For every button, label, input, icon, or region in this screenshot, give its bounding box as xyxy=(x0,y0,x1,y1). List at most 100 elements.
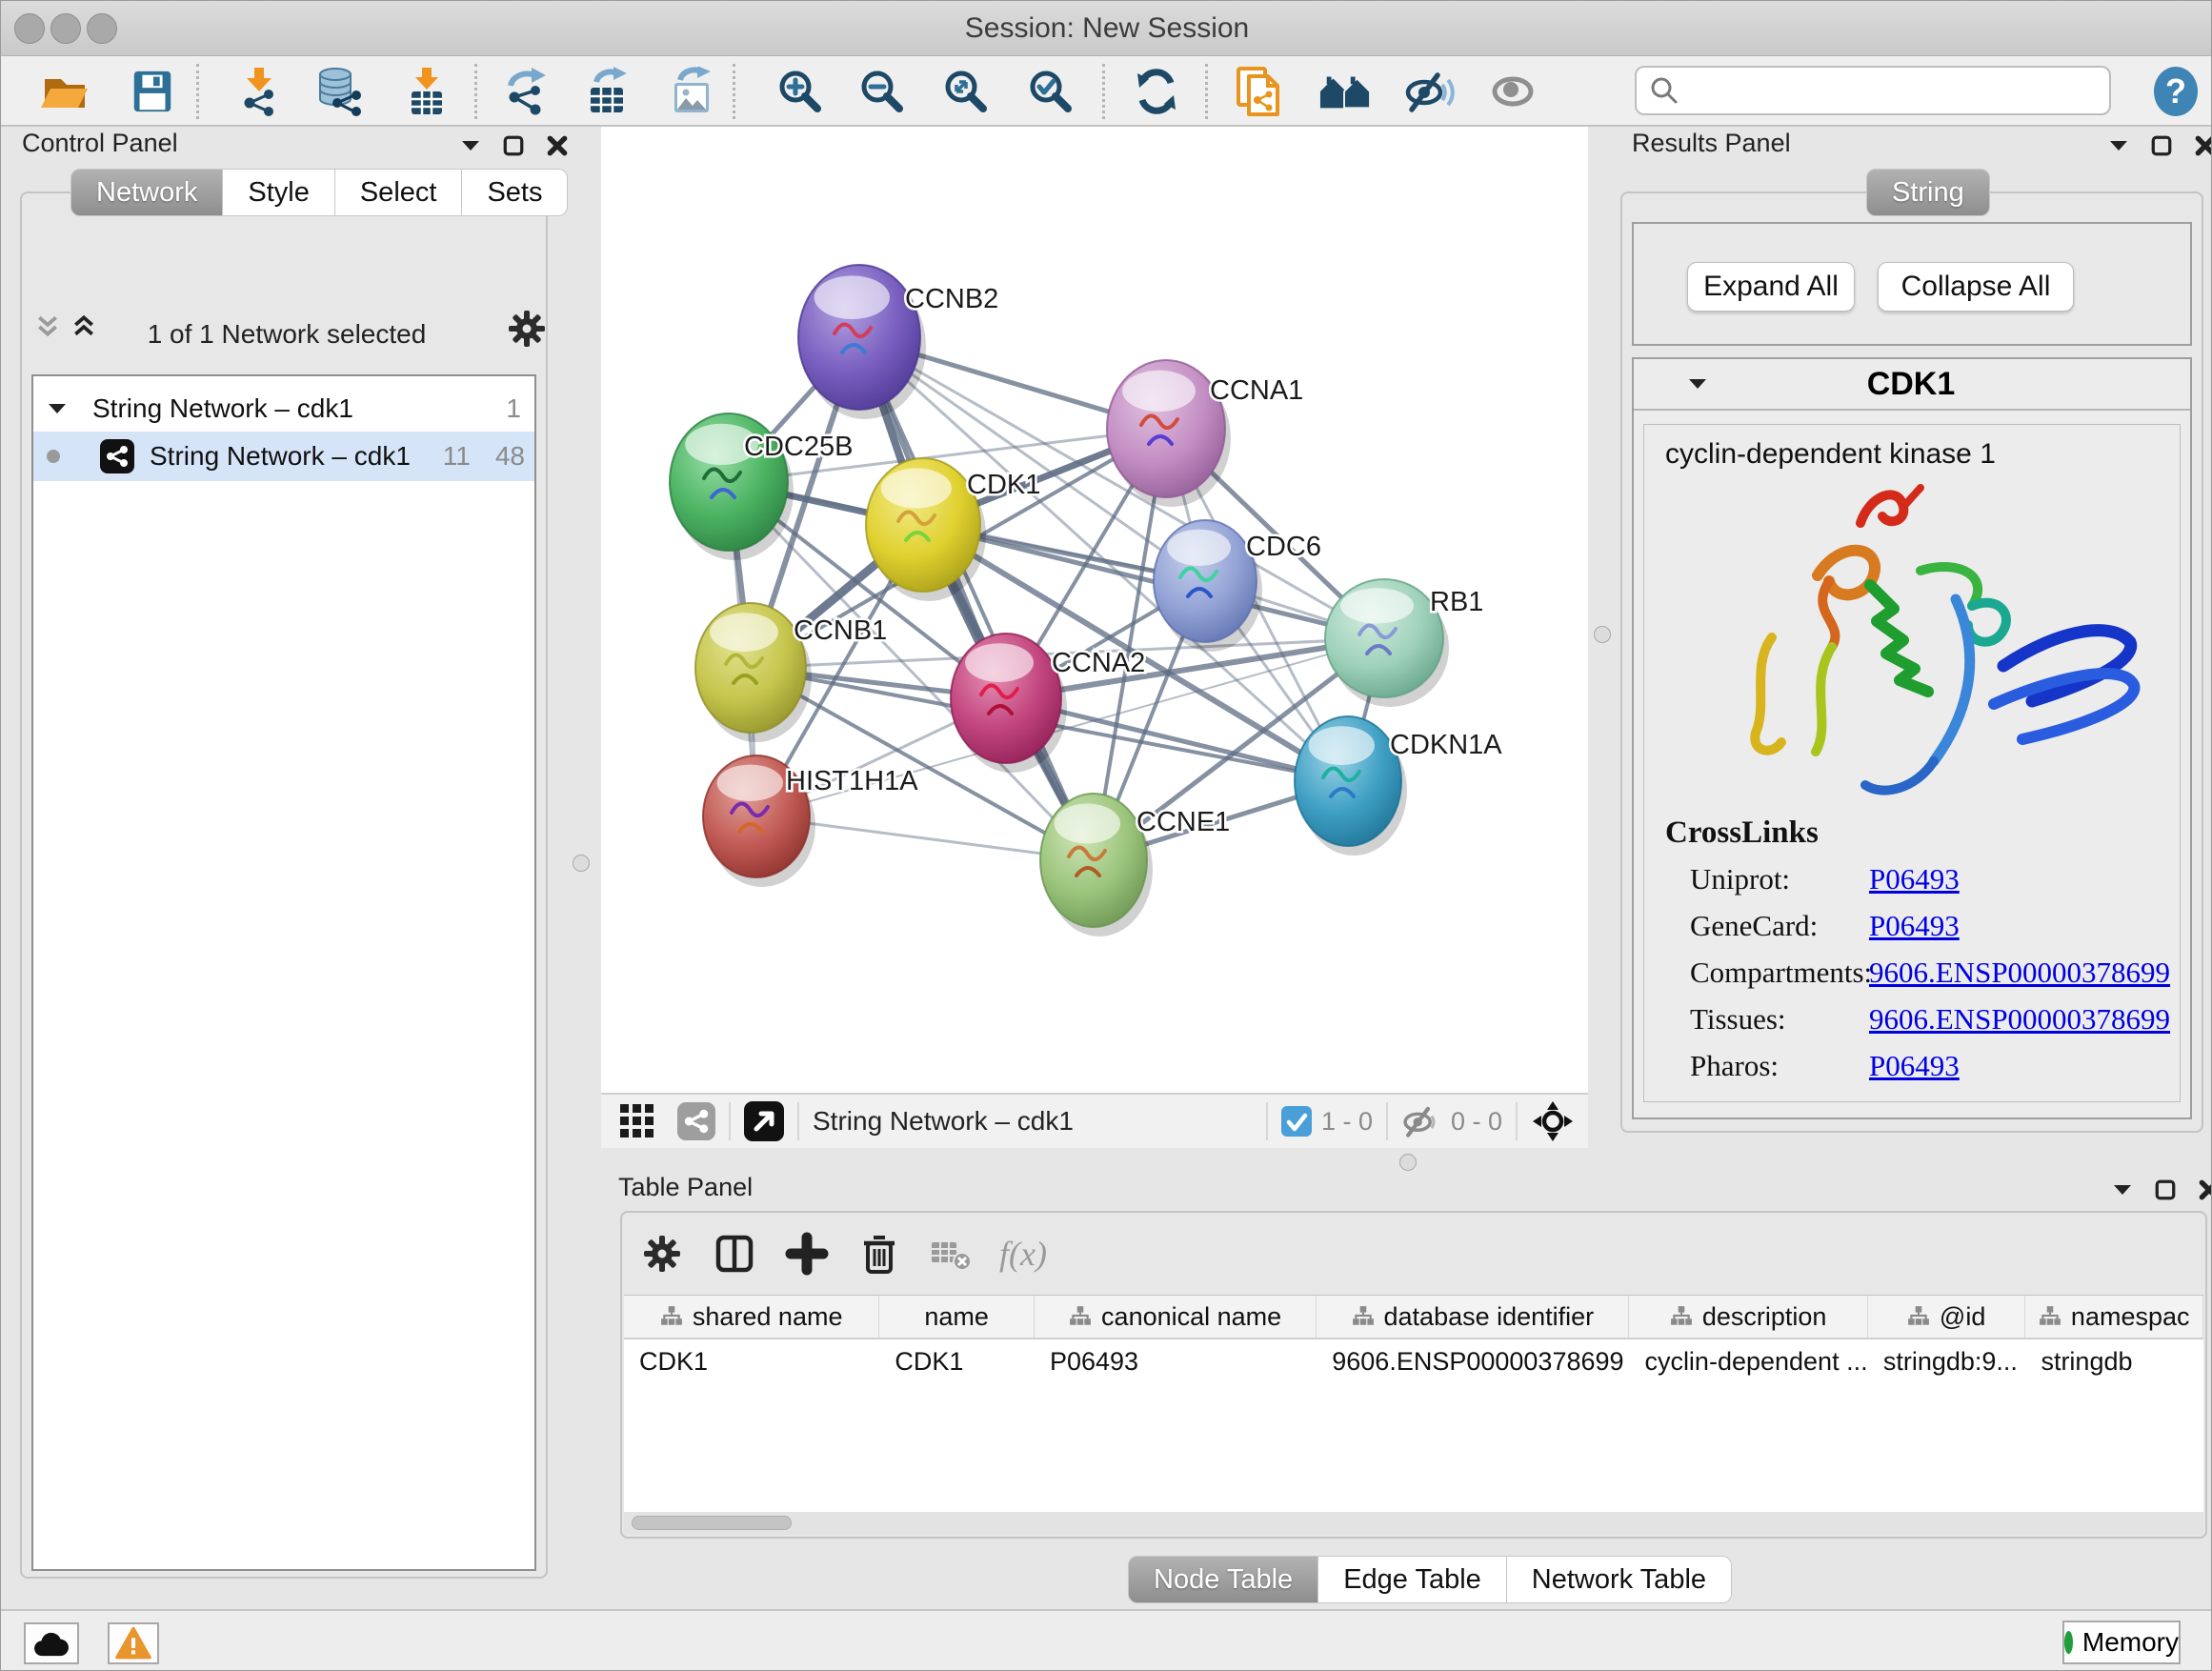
right-splitter-handle[interactable] xyxy=(1594,626,1611,643)
export-table-icon[interactable] xyxy=(582,66,633,117)
import-network-database-icon[interactable] xyxy=(313,66,365,117)
show-columns-icon[interactable] xyxy=(712,1231,757,1277)
gene-collapse-triangle-icon[interactable] xyxy=(1687,375,1708,393)
node-label-CDKN1A: CDKN1A xyxy=(1390,730,1502,760)
crosslink-link[interactable]: P06493 xyxy=(1869,862,1960,896)
tab-select[interactable]: Select xyxy=(335,169,463,216)
results-buttons-box: Expand All Collapse All xyxy=(1632,222,2192,346)
control-panel-maximize-icon[interactable] xyxy=(502,134,525,157)
refresh-icon[interactable] xyxy=(1131,66,1182,117)
tab-node-table[interactable]: Node Table xyxy=(1128,1556,1318,1603)
column-header-canonical-name[interactable]: canonical name xyxy=(1035,1296,1317,1338)
collapse-all-button[interactable]: Collapse All xyxy=(1878,262,2074,312)
sitemap-icon xyxy=(660,1306,683,1327)
status-bar: Memory xyxy=(1,1609,2212,1671)
tab-sets[interactable]: Sets xyxy=(462,169,568,216)
zoom-fit-icon[interactable] xyxy=(940,66,992,117)
crosslinks-title: CrossLinks xyxy=(1665,815,2180,851)
tab-edge-table[interactable]: Edge Table xyxy=(1318,1556,1507,1603)
results-panel-maximize-icon[interactable] xyxy=(2150,134,2173,157)
tab-network-table[interactable]: Network Table xyxy=(1507,1556,1732,1603)
share-view-icon[interactable] xyxy=(677,1102,715,1140)
import-network-file-icon[interactable] xyxy=(233,66,285,117)
birds-eye-crosshair-icon[interactable] xyxy=(1531,1099,1575,1143)
export-network-icon[interactable] xyxy=(500,66,552,117)
crosslink-label: Pharos: xyxy=(1690,1049,1869,1083)
scrollbar-thumb[interactable] xyxy=(632,1516,792,1530)
control-panel-close-icon[interactable] xyxy=(546,134,569,157)
collapse-triangle-icon[interactable] xyxy=(47,400,68,417)
horizontal-splitter-handle[interactable] xyxy=(1399,1154,1417,1171)
toolbar-separator xyxy=(196,64,199,119)
node-label-RB1: RB1 xyxy=(1430,587,1483,617)
expand-all-button[interactable]: Expand All xyxy=(1687,262,1855,312)
tab-string[interactable]: String xyxy=(1866,169,1990,216)
import-table-icon[interactable] xyxy=(401,66,452,117)
table-row[interactable]: CDK1CDK1P064939606.ENSP00000378699cyclin… xyxy=(624,1339,2203,1383)
column-header-namespac[interactable]: namespac xyxy=(2025,1296,2203,1338)
save-session-icon[interactable] xyxy=(127,66,178,117)
warning-button[interactable] xyxy=(108,1622,159,1664)
cell[interactable]: 9606.ENSP00000378699 xyxy=(1317,1339,1629,1383)
results-panel-float-icon[interactable] xyxy=(2108,137,2129,154)
crosslink-link[interactable]: 9606.ENSP00000378699 xyxy=(1869,956,2170,990)
table-gear-icon[interactable] xyxy=(639,1231,685,1277)
collapse-all-networks-icon[interactable] xyxy=(35,313,60,338)
column-header-shared-name[interactable]: shared name xyxy=(624,1296,879,1338)
houses-icon[interactable] xyxy=(1319,66,1371,117)
column-header-database-identifier[interactable]: database identifier xyxy=(1317,1296,1629,1338)
crosslink-link[interactable]: P06493 xyxy=(1869,909,1960,943)
crosslink-link[interactable]: 9606.ENSP00000378699 xyxy=(1869,1002,2170,1037)
copy-network-icon[interactable] xyxy=(1234,66,1285,117)
sitemap-icon xyxy=(1907,1306,1930,1327)
cloud-button[interactable] xyxy=(24,1622,79,1664)
zoom-out-icon[interactable] xyxy=(856,66,908,117)
hidden-eye-slash-icon[interactable] xyxy=(1401,1102,1441,1140)
zoom-in-icon[interactable] xyxy=(774,66,826,117)
grid-view-icon[interactable] xyxy=(618,1102,656,1140)
add-column-icon[interactable] xyxy=(784,1231,830,1277)
export-image-icon[interactable] xyxy=(666,66,717,117)
tab-style[interactable]: Style xyxy=(223,169,334,216)
open-session-icon[interactable] xyxy=(39,66,90,117)
table-panel-maximize-icon[interactable] xyxy=(2154,1178,2177,1201)
column-header-description[interactable]: description xyxy=(1629,1296,1867,1338)
tab-network[interactable]: Network xyxy=(70,169,223,216)
cell[interactable]: CDK1 xyxy=(624,1339,879,1383)
network-tree-root-row[interactable]: String Network – cdk1 1 xyxy=(33,386,534,432)
network-panel-gear-icon[interactable] xyxy=(504,306,550,352)
crosslink-row: GeneCard:P06493 xyxy=(1690,909,2180,943)
table-panel-close-icon[interactable] xyxy=(2198,1178,2212,1201)
detach-view-icon[interactable] xyxy=(744,1101,784,1141)
help-icon[interactable]: ? xyxy=(2150,66,2202,117)
results-panel-close-icon[interactable] xyxy=(2194,134,2212,157)
delete-column-icon[interactable] xyxy=(856,1231,902,1277)
cell[interactable]: CDK1 xyxy=(879,1339,1035,1383)
toolbar-separator xyxy=(733,64,735,119)
cell[interactable]: stringdb xyxy=(2025,1339,2203,1383)
hide-eye-slash-icon[interactable] xyxy=(1403,66,1455,117)
crosslink-link[interactable]: P06493 xyxy=(1869,1049,1960,1083)
node-label-CDK1: CDK1 xyxy=(967,470,1040,500)
separator xyxy=(1266,1102,1268,1140)
toolbar-search[interactable] xyxy=(1635,66,2111,115)
network-canvas[interactable]: CCNB2CCNA1CDC25BCDK1CDC6RB1CCNB1CCNA2CDK… xyxy=(601,127,1588,1093)
cell[interactable]: stringdb:9... xyxy=(1868,1339,2026,1383)
selected-checkbox-icon[interactable] xyxy=(1281,1106,1312,1137)
results-panel-title: Results Panel xyxy=(1632,129,1791,158)
control-panel-float-icon[interactable] xyxy=(460,137,481,154)
search-input[interactable] xyxy=(1690,76,2098,106)
cell[interactable]: cyclin-dependent ... xyxy=(1629,1339,1867,1383)
column-header-@id[interactable]: @id xyxy=(1868,1296,2026,1338)
gene-card-header[interactable]: CDK1 xyxy=(1634,359,2190,411)
crosslink-row: Compartments:9606.ENSP00000378699 xyxy=(1690,956,2180,990)
left-splitter-handle[interactable] xyxy=(573,855,590,872)
expand-all-networks-icon[interactable] xyxy=(71,313,96,338)
table-horizontal-scrollbar[interactable] xyxy=(624,1512,2203,1535)
network-tree-selected-row[interactable]: String Network – cdk1 11 48 xyxy=(33,432,534,481)
table-panel-float-icon[interactable] xyxy=(2112,1181,2133,1198)
zoom-selected-icon[interactable] xyxy=(1025,66,1076,117)
cell[interactable]: P06493 xyxy=(1035,1339,1317,1383)
memory-button[interactable]: Memory xyxy=(2062,1621,2181,1664)
column-header-name[interactable]: name xyxy=(879,1296,1035,1338)
